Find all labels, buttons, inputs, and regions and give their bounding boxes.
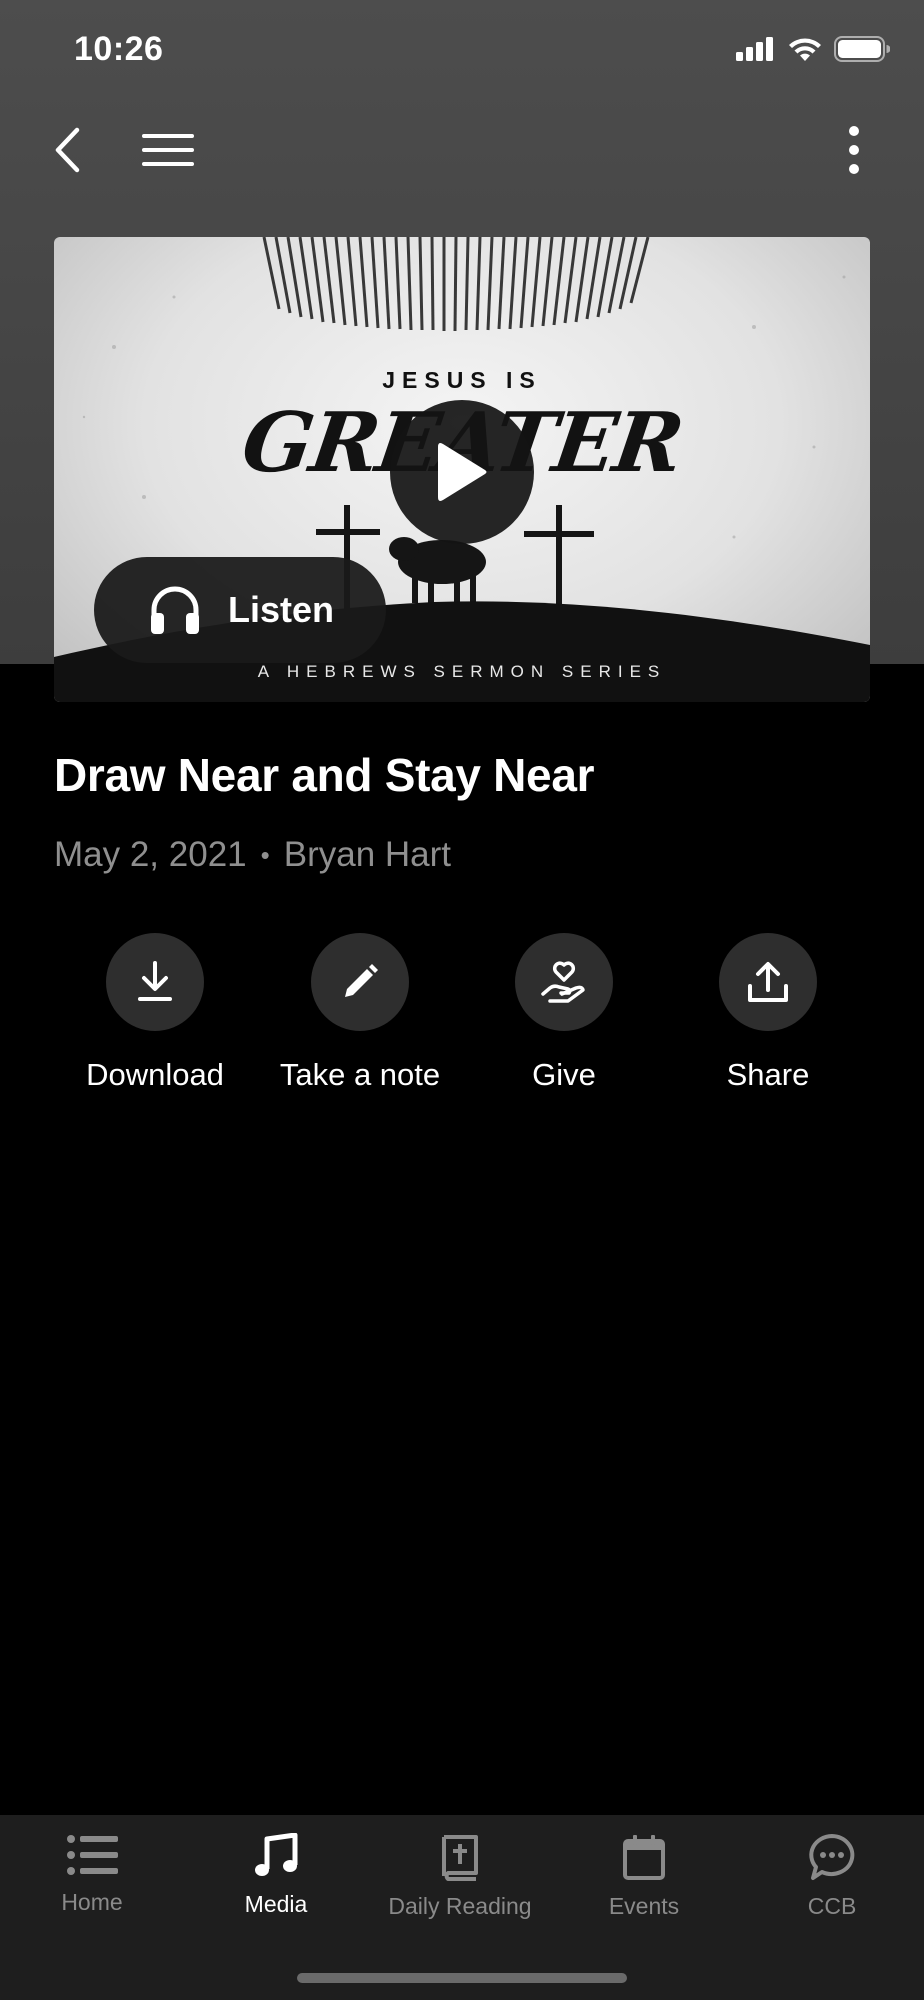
share-label: Share [726,1057,810,1092]
hamburger-menu-icon [142,134,194,166]
sermon-artwork: JESUS IS GREATER A HEBREWS SERMON SERIES… [54,237,870,702]
take-note-circle [311,933,409,1031]
calendar-icon [623,1835,665,1880]
play-button[interactable] [390,400,534,544]
bible-icon [442,1835,478,1881]
action-row: Download Take a note Give Share [0,933,924,1103]
tab-home-label: Home [61,1889,123,1915]
tab-events-label: Events [608,1893,680,1919]
tab-home[interactable]: Home [0,1833,184,1916]
download-label: Download [86,1057,224,1092]
give-circle [515,933,613,1031]
tab-ccb[interactable]: CCB [740,1833,924,1920]
tab-media[interactable]: Media [184,1833,368,1918]
artwork-subtitle: JESUS IS [382,367,542,393]
home-indicator [297,1973,627,1983]
give-button[interactable]: Give [462,933,666,1093]
share-icon [748,962,788,1002]
tab-media-label: Media [244,1891,308,1917]
nav-bar [0,110,924,190]
listen-button[interactable]: Listen [94,557,386,663]
chat-bubble-icon [809,1834,855,1880]
give-label: Give [532,1057,596,1092]
tab-bar: Home Media Daily Reading Events CCB [0,1815,924,2000]
take-note-label: Take a note [279,1057,441,1092]
tab-daily-reading-label: Daily Reading [388,1893,532,1919]
pencil-icon [345,964,378,997]
wifi-icon [789,38,821,61]
share-circle [719,933,817,1031]
status-bar: 10:26 [0,0,924,100]
take-note-button[interactable]: Take a note [258,933,462,1093]
menu-button[interactable] [138,120,198,180]
status-icons [736,36,890,62]
headphones-icon [151,586,199,634]
download-icon [138,961,172,1001]
chevron-left-icon [55,127,80,173]
share-button[interactable]: Share [666,933,870,1093]
download-circle [106,933,204,1031]
artwork-series-caption: A HEBREWS SERMON SERIES [257,662,667,681]
music-note-icon [255,1833,298,1876]
battery-icon [834,36,890,62]
status-time: 10:26 [74,30,164,68]
give-heart-hand-icon [541,961,585,1003]
list-icon [67,1835,118,1875]
sermon-meta: May 2, 2021 • Bryan Hart [54,835,451,875]
more-vertical-icon [849,126,859,174]
sermon-speaker: Bryan Hart [283,835,452,874]
listen-label: Listen [228,589,335,630]
meta-separator: • [260,839,270,870]
sermon-date: May 2, 2021 [54,835,247,874]
play-icon [438,443,487,501]
cellular-signal-icon [736,37,773,61]
tab-ccb-label: CCB [807,1893,857,1919]
sermon-title: Draw Near and Stay Near [54,749,595,801]
more-options-button[interactable] [824,120,884,180]
download-button[interactable]: Download [53,933,257,1093]
back-button[interactable] [38,120,98,180]
tab-daily-reading[interactable]: Daily Reading [368,1833,552,1920]
tab-events[interactable]: Events [552,1833,736,1920]
